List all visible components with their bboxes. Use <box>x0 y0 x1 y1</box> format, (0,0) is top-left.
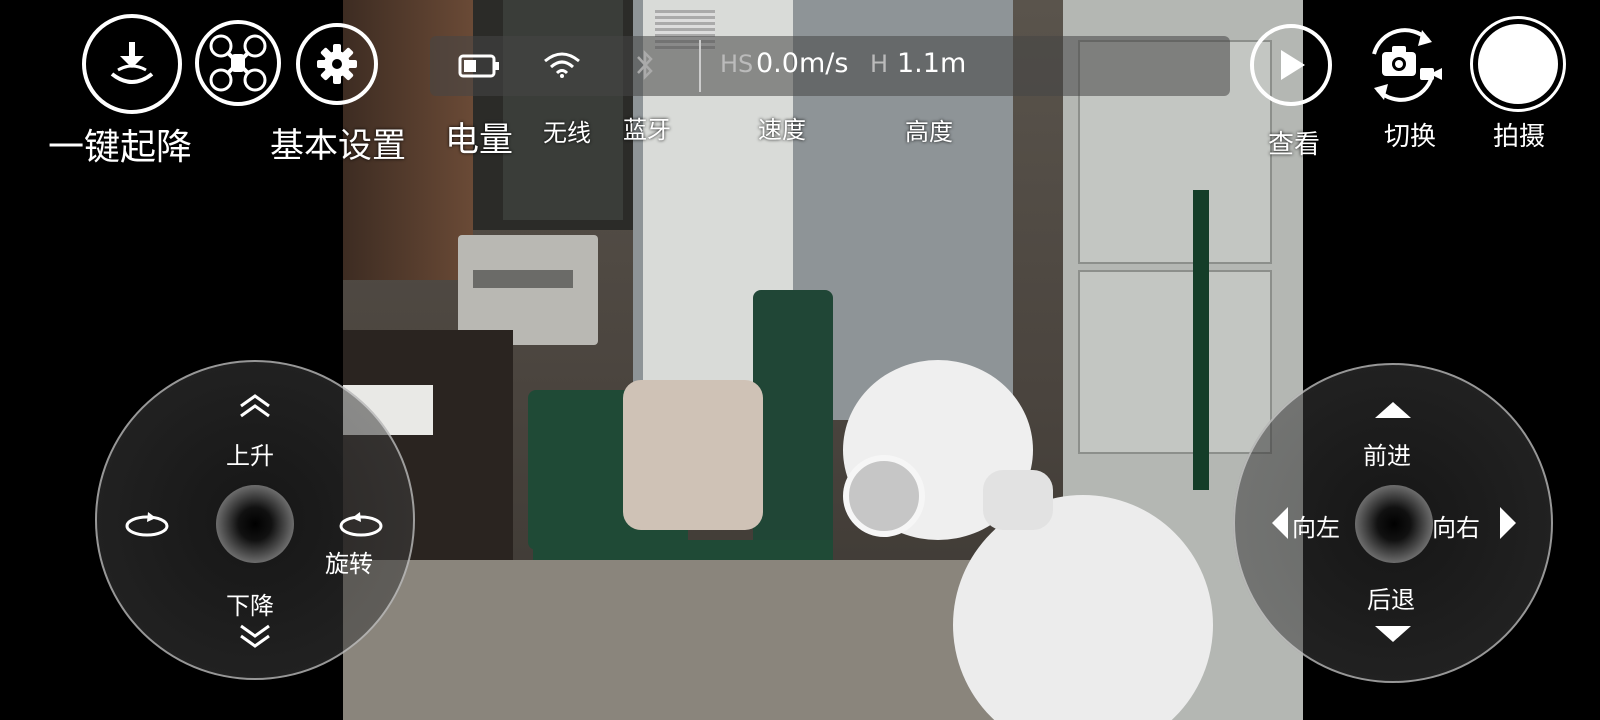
right-arrow-icon <box>1498 505 1518 545</box>
play-icon <box>1281 50 1305 80</box>
drone-button[interactable] <box>195 20 281 106</box>
back-label: 后退 <box>1367 586 1415 614</box>
rotate-label: 旋转 <box>325 550 373 578</box>
down-label: 下降 <box>226 592 274 620</box>
forward-label: 前进 <box>1363 442 1411 470</box>
battery-icon <box>458 53 500 83</box>
left-label: 向左 <box>1292 514 1340 542</box>
height-label: 高度 <box>905 118 953 146</box>
bluetooth-label: 蓝牙 <box>623 116 671 144</box>
takeoff-land-label: 一键起降 <box>48 127 193 168</box>
takeoff-land-icon <box>110 42 154 84</box>
gear-icon <box>317 44 357 84</box>
height-value: 1.1m <box>897 48 967 79</box>
view-label: 查看 <box>1268 130 1321 160</box>
switch-button[interactable] <box>1362 24 1452 106</box>
camera-switch-icon <box>1372 28 1442 102</box>
left-joystick-knob[interactable] <box>216 485 294 563</box>
rotate-left-icon <box>122 510 172 544</box>
camera-feed <box>343 0 1303 720</box>
capture-button[interactable] <box>1470 16 1566 112</box>
capture-label: 拍摄 <box>1493 122 1546 152</box>
forward-arrow-icon <box>1373 400 1413 424</box>
switch-label: 切换 <box>1384 122 1437 152</box>
up-arrow-icon <box>237 392 273 426</box>
up-label: 上升 <box>226 442 274 470</box>
drone-icon <box>209 34 267 92</box>
wifi-icon <box>543 51 581 83</box>
bluetooth-icon <box>634 48 656 86</box>
right-label: 向右 <box>1432 514 1480 542</box>
hs-prefix: HS <box>720 50 754 78</box>
battery-label: 电量 <box>445 120 513 160</box>
view-button[interactable] <box>1250 24 1332 106</box>
wifi-label: 无线 <box>543 119 591 147</box>
speed-label: 速度 <box>758 116 806 144</box>
left-arrow-icon <box>1270 505 1290 545</box>
right-joystick-knob[interactable] <box>1355 485 1433 563</box>
down-arrow-icon <box>237 620 273 654</box>
settings-button[interactable] <box>296 23 378 105</box>
back-arrow-icon <box>1373 624 1413 648</box>
h-prefix: H <box>870 50 889 78</box>
takeoff-land-button[interactable] <box>82 14 182 114</box>
shutter-icon <box>1478 24 1558 104</box>
speed-value: 0.0m/s <box>756 48 849 79</box>
status-divider <box>699 40 701 92</box>
basic-settings-label: 基本设置 <box>270 126 406 166</box>
rotate-right-icon <box>336 510 386 544</box>
